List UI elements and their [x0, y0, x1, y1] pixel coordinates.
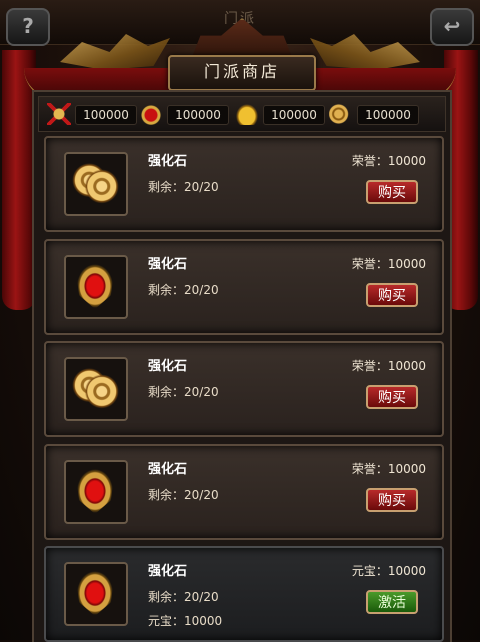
red-gem-shield-icon: [76, 263, 114, 309]
shop-item: 强化石 剩余：20/20 元宝：10000 元宝：10000 激活: [44, 546, 444, 642]
buy-button[interactable]: 购买: [366, 385, 418, 409]
item-price: 荣誉：10000: [351, 462, 426, 476]
currency-value: 100000: [167, 105, 229, 125]
item-icon-frame[interactable]: [64, 562, 128, 626]
currency-value: 100000: [357, 105, 419, 125]
crossed-axes-icon: [47, 103, 71, 125]
currency-value: 100000: [263, 105, 325, 125]
item-stock: 剩余：20/20: [148, 385, 219, 399]
item-stock: 剩余：20/20: [148, 488, 219, 502]
item-price: 元宝：10000: [351, 564, 426, 578]
item-icon-frame[interactable]: [64, 357, 128, 421]
red-gem-shield-icon: [76, 570, 114, 616]
shop-title: 门派商店: [168, 55, 316, 91]
item-price: 荣誉：10000: [351, 359, 426, 373]
item-name: 强化石: [148, 462, 188, 477]
back-button[interactable]: ↩: [430, 8, 474, 46]
activate-button[interactable]: 激活: [366, 590, 418, 614]
coins-icon: [72, 160, 120, 208]
coin-stack-icon: [329, 103, 353, 125]
currency-bar: 100000 100000 100000 100000: [38, 96, 446, 132]
coins-icon: [72, 365, 120, 413]
item-price: 荣誉：10000: [351, 154, 426, 168]
gold-ingot-icon: [235, 103, 259, 125]
help-button[interactable]: ?: [6, 8, 50, 46]
buy-button[interactable]: 购买: [366, 180, 418, 204]
shop-item: 强化石 剩余：20/20 荣誉：10000 购买: [44, 136, 444, 232]
currency-value: 100000: [75, 105, 137, 125]
shop-item: 强化石 剩余：20/20 荣誉：10000 购买: [44, 341, 444, 437]
shop-panel: 100000 100000 100000 100000 强化石 剩余：20/20…: [32, 90, 452, 642]
item-name: 强化石: [148, 359, 188, 374]
item-price: 荣誉：10000: [351, 257, 426, 271]
red-gem-shield-icon: [76, 468, 114, 514]
shield-emblem-icon: [139, 103, 163, 125]
item-stock: 剩余：20/20: [148, 283, 219, 297]
shop-item: 强化石 剩余：20/20 荣誉：10000 购买: [44, 239, 444, 335]
item-icon-frame[interactable]: [64, 460, 128, 524]
buy-button[interactable]: 购买: [366, 488, 418, 512]
item-name: 强化石: [148, 154, 188, 169]
item-icon-frame[interactable]: [64, 152, 128, 216]
item-stock: 剩余：20/20: [148, 180, 219, 194]
buy-button[interactable]: 购买: [366, 283, 418, 307]
item-stock: 剩余：20/20: [148, 590, 219, 604]
item-name: 强化石: [148, 257, 188, 272]
item-icon-frame[interactable]: [64, 255, 128, 319]
item-name: 强化石: [148, 564, 188, 579]
item-extra: 元宝：10000: [148, 614, 223, 628]
shop-item: 强化石 剩余：20/20 荣誉：10000 购买: [44, 444, 444, 540]
